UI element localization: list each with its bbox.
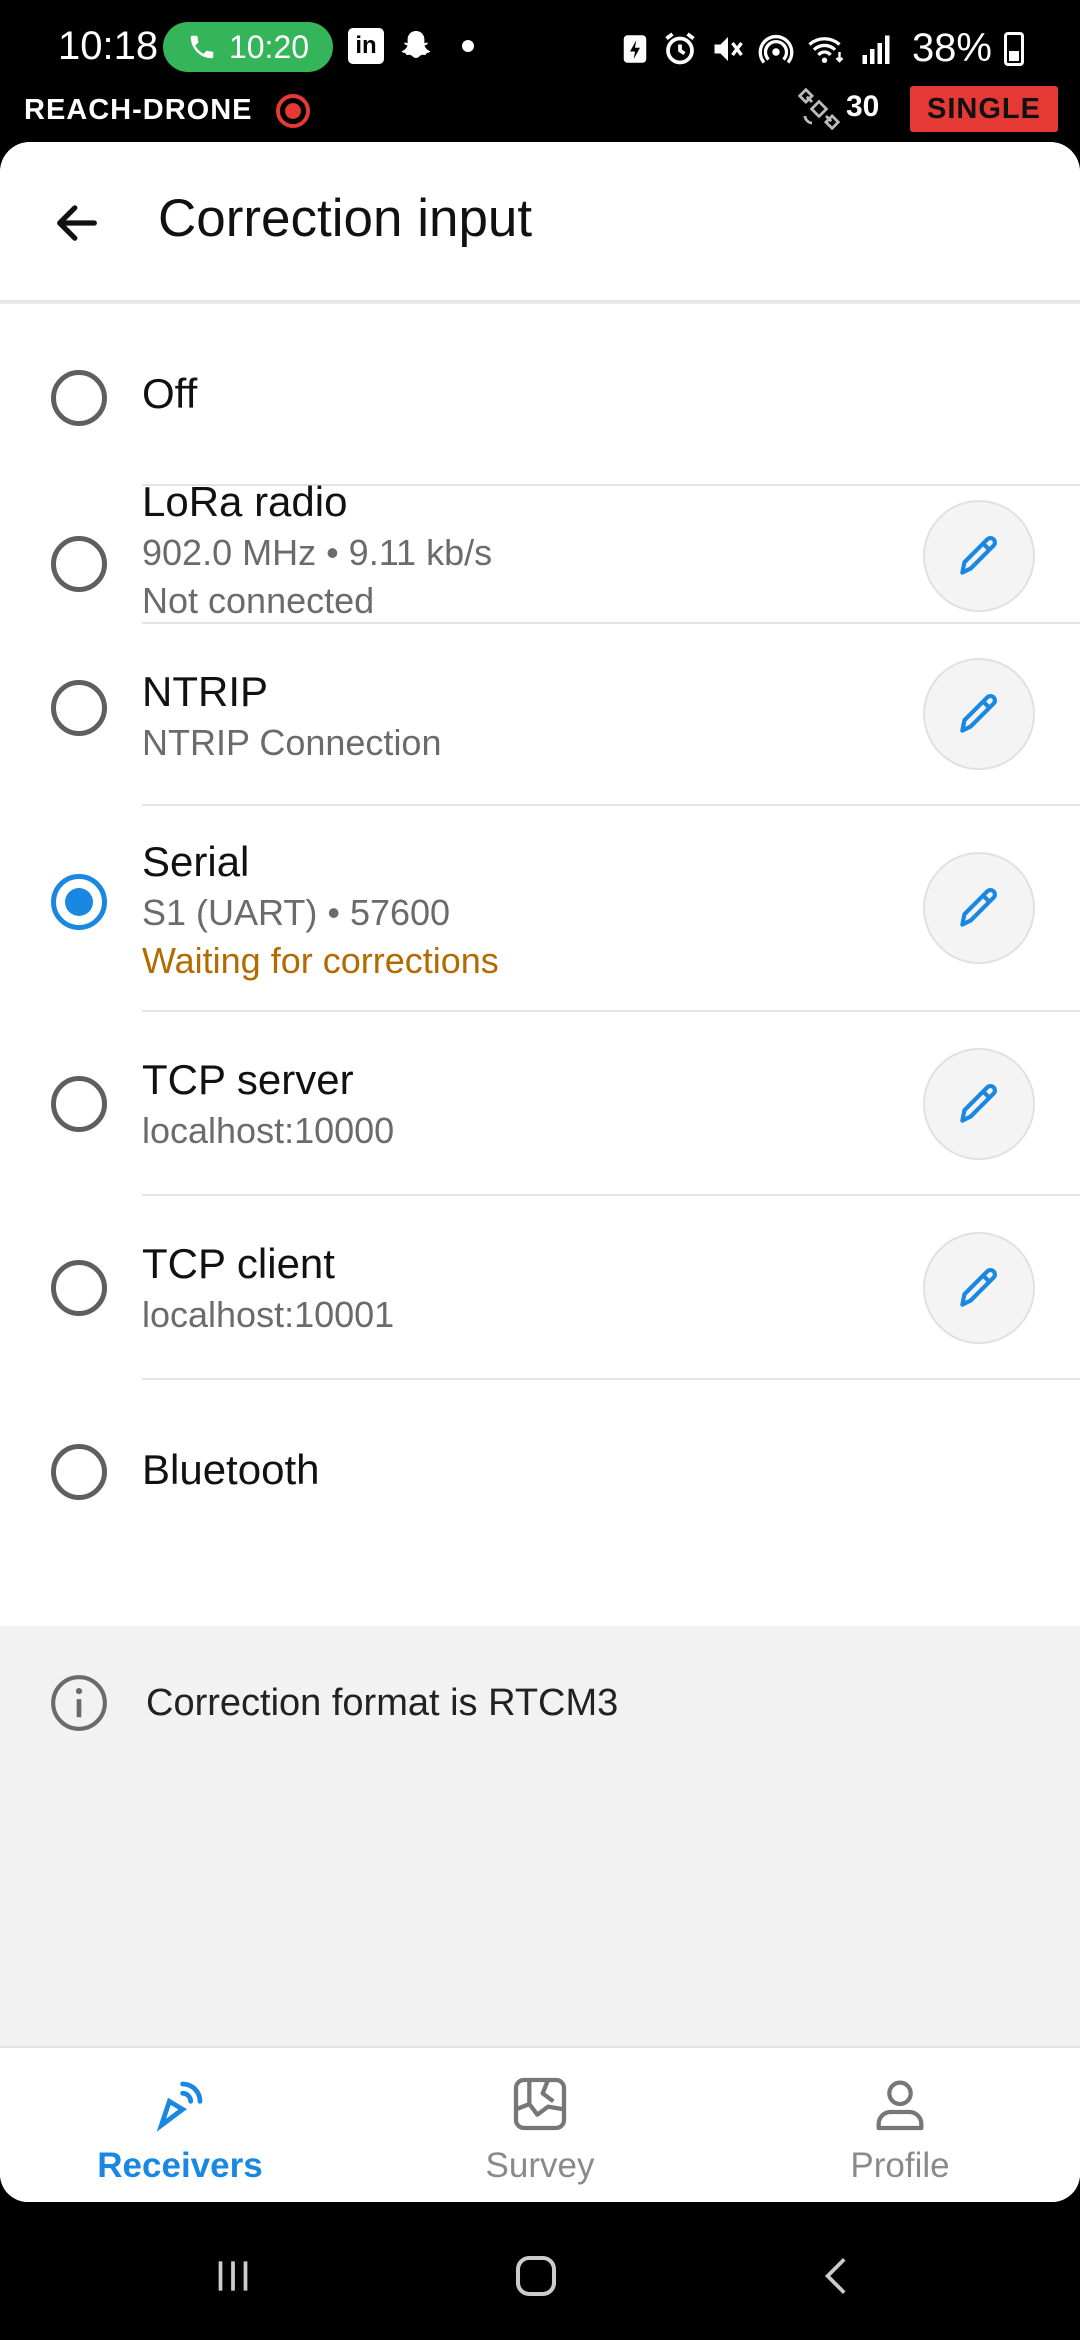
option-title: NTRIP — [142, 668, 268, 715]
receiver-name: REACH-DRONE — [24, 94, 253, 126]
radio-ntrip[interactable] — [51, 680, 107, 736]
back-button[interactable] — [44, 190, 110, 256]
notification-icons: in — [348, 28, 474, 64]
clock: 10:18 — [58, 24, 159, 68]
option-detail: localhost:10001 — [142, 1294, 395, 1335]
profile-icon — [876, 2080, 924, 2131]
option-title: TCP client — [142, 1240, 335, 1287]
option-title: Serial — [142, 838, 250, 885]
correction-format-info: Correction format is RTCM3 — [0, 1628, 1080, 1778]
survey-icon — [513, 2077, 567, 2131]
home-icon — [515, 2255, 557, 2297]
radio-serial[interactable] — [51, 874, 107, 930]
battery-percent: 38% — [911, 26, 992, 70]
pencil-icon — [960, 1083, 997, 1123]
option-title: Bluetooth — [142, 1446, 320, 1493]
option-detail: 902.0 MHz • 9.11 kb/s — [142, 532, 493, 573]
battery-icon — [1004, 31, 1024, 66]
receiver-status-strip: REACH-DRONE 30 SINGLE — [0, 86, 1080, 142]
recent-apps-button[interactable] — [193, 2246, 273, 2306]
receivers-icon — [156, 2081, 203, 2132]
radio-bluetooth[interactable] — [51, 1444, 107, 1500]
edit-ntrip-button[interactable] — [923, 658, 1035, 770]
edit-tcp-server-button[interactable] — [923, 1048, 1035, 1160]
satellite-count: 30 — [846, 90, 880, 123]
option-serial[interactable]: Serial S1 (UART) • 57600 Waiting for cor… — [0, 806, 1080, 1012]
info-text: Correction format is RTCM3 — [146, 1682, 619, 1724]
pencil-icon — [960, 693, 997, 733]
edit-tcp-client-button[interactable] — [923, 1232, 1035, 1344]
wifi-icon — [808, 36, 844, 63]
option-lora-radio[interactable]: LoRa radio 902.0 MHz • 9.11 kb/s Not con… — [0, 478, 1080, 624]
pencil-icon — [960, 535, 997, 575]
alarm-icon — [665, 32, 695, 64]
bottom-navigation: Receivers Survey Profile — [0, 2046, 1080, 2202]
pencil-icon — [960, 887, 997, 927]
system-status-icons: 38% — [620, 26, 1024, 71]
recording-icon — [275, 93, 311, 129]
nav-survey[interactable]: Survey — [360, 2048, 720, 2202]
mute-icon — [714, 36, 743, 61]
snapchat-icon — [398, 28, 434, 64]
radio-tcp-client[interactable] — [51, 1260, 107, 1316]
linkedin-icon: in — [348, 28, 384, 64]
chevron-left-icon — [824, 2258, 846, 2294]
signal-icon — [862, 35, 890, 64]
radio-tcp-server[interactable] — [51, 1076, 107, 1132]
option-detail: NTRIP Connection — [142, 722, 442, 763]
call-duration: 10:20 — [228, 28, 310, 65]
phone-icon — [190, 35, 214, 59]
nav-label: Survey — [485, 2146, 595, 2185]
ongoing-call-chip[interactable]: 10:20 — [163, 22, 333, 72]
satellite-icon — [798, 88, 840, 130]
option-tcp-client[interactable]: TCP client localhost:10001 — [0, 1196, 1080, 1380]
system-navigation-bar — [0, 2202, 1080, 2340]
option-off[interactable]: Off — [0, 304, 1080, 486]
edit-serial-button[interactable] — [923, 852, 1035, 964]
battery-saver-icon — [623, 34, 647, 63]
nav-receivers[interactable]: Receivers — [0, 2048, 360, 2202]
option-title: TCP server — [142, 1056, 354, 1103]
radio-lora[interactable] — [51, 536, 107, 592]
page-title: Correction input — [158, 189, 533, 248]
solution-status-badge: SINGLE — [910, 86, 1058, 132]
app-bar: Correction input — [0, 142, 1080, 302]
correction-input-sheet: Correction input Off LoRa radio 902.0 MH… — [0, 142, 1080, 2202]
recent-apps-icon — [218, 2261, 248, 2291]
option-bluetooth[interactable]: Bluetooth — [0, 1380, 1080, 1562]
option-status-warning: Waiting for corrections — [142, 940, 499, 981]
option-ntrip[interactable]: NTRIP NTRIP Connection — [0, 624, 1080, 806]
option-detail: localhost:10000 — [142, 1110, 395, 1151]
arrow-left-icon — [57, 205, 97, 241]
option-title: Off — [142, 370, 198, 417]
correction-options-list: Off LoRa radio 902.0 MHz • 9.11 kb/s Not… — [0, 304, 1080, 1626]
pencil-icon — [960, 1267, 997, 1307]
nav-profile[interactable]: Profile — [720, 2048, 1080, 2202]
option-detail: S1 (UART) • 57600 — [142, 892, 451, 933]
phone-screen: 10:18 10:20 in 38% REACH-DRONE 30 SINGLE… — [0, 0, 1080, 2340]
option-status: Not connected — [142, 580, 375, 621]
option-tcp-server[interactable]: TCP server localhost:10000 — [0, 1012, 1080, 1196]
home-button[interactable] — [496, 2246, 576, 2306]
radio-off[interactable] — [51, 370, 107, 426]
hotspot-icon — [758, 34, 794, 64]
system-back-button[interactable] — [798, 2246, 878, 2306]
info-icon — [51, 1675, 107, 1731]
nav-label: Profile — [850, 2146, 950, 2185]
nav-label: Receivers — [97, 2146, 263, 2185]
edit-lora-button[interactable] — [923, 500, 1035, 612]
option-title: LoRa radio — [142, 478, 348, 525]
more-notifications-dot — [462, 40, 474, 52]
status-bar: 10:18 10:20 in 38% — [0, 0, 1080, 94]
